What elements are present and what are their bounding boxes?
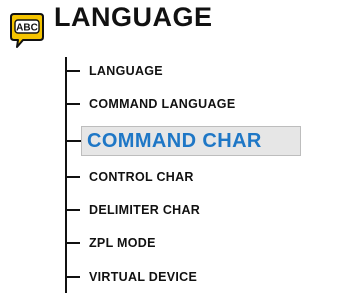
menu-item-virtual-device[interactable]: VIRTUAL DEVICE xyxy=(66,263,197,291)
tree-tick xyxy=(66,276,80,278)
menu-item-control-char[interactable]: CONTROL CHAR xyxy=(66,163,194,191)
tree-tick xyxy=(66,209,80,211)
menu-item-label: COMMAND LANGUAGE xyxy=(89,97,236,111)
icon-text: ABC xyxy=(16,23,38,34)
menu-item-label: DELIMITER CHAR xyxy=(89,203,201,217)
page-title: LANGUAGE xyxy=(54,2,213,32)
menu-item-label: CONTROL CHAR xyxy=(89,170,194,184)
tree-tick xyxy=(66,176,80,178)
menu-item-zpl-mode[interactable]: ZPL MODE xyxy=(66,229,156,257)
menu-item-language[interactable]: LANGUAGE xyxy=(66,57,163,85)
menu-item-label: LANGUAGE xyxy=(89,64,163,78)
menu-item-label: ZPL MODE xyxy=(89,236,156,250)
header-icon: ABC xyxy=(10,13,44,49)
menu-item-command-language[interactable]: COMMAND LANGUAGE xyxy=(66,90,235,118)
menu-item-label: VIRTUAL DEVICE xyxy=(89,270,198,284)
abc-speech-bubble-icon: ABC xyxy=(10,13,44,48)
menu-item-command-char[interactable]: COMMAND CHAR xyxy=(66,126,301,156)
tree-tick xyxy=(66,103,80,105)
menu-item-label: COMMAND CHAR xyxy=(81,126,301,156)
tree-tick xyxy=(66,140,81,142)
tree-tick xyxy=(66,70,80,72)
tree-tick xyxy=(66,242,80,244)
menu-item-delimiter-char[interactable]: DELIMITER CHAR xyxy=(66,196,200,224)
